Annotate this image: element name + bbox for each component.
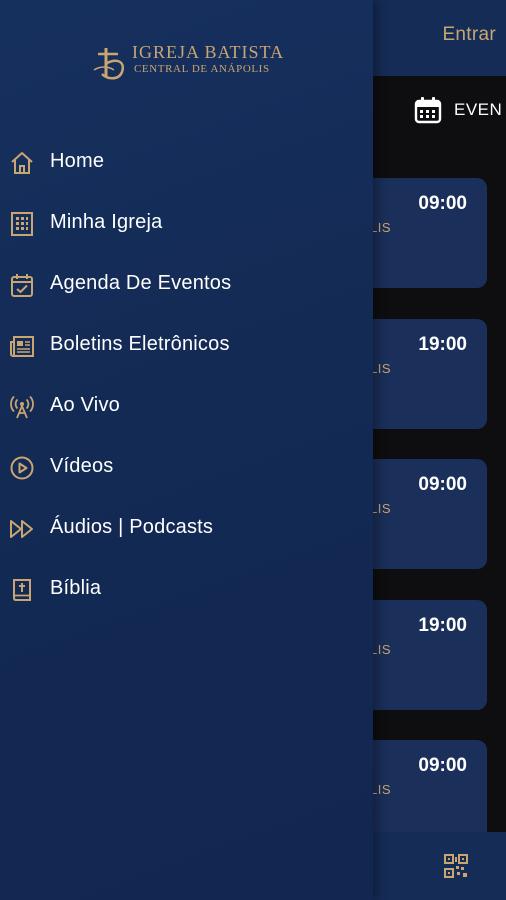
menu-item-ao-vivo[interactable]: Ao Vivo	[0, 376, 373, 437]
menu-item-label: Vídeos	[50, 455, 114, 477]
fast-forward-icon	[10, 520, 33, 538]
menu-item-home[interactable]: Home	[0, 132, 373, 193]
play-circle-icon	[10, 456, 34, 480]
menu-item-label: Áudios | Podcasts	[50, 516, 214, 538]
building-icon	[11, 212, 33, 236]
event-location: LIS	[370, 782, 392, 797]
menu-item-label: Agenda De Eventos	[50, 272, 232, 294]
church-logo: IGREJA BATISTA CENTRAL DE ANÁPOLIS	[92, 40, 292, 84]
event-location: LIS	[370, 501, 392, 516]
menu-item-agenda[interactable]: Agenda De Eventos	[0, 254, 373, 315]
event-time: 09:00	[418, 474, 467, 495]
menu-item-minha-igreja[interactable]: Minha Igreja	[0, 193, 373, 254]
event-location: LIS	[370, 642, 392, 657]
event-time: 09:00	[418, 755, 467, 776]
navigation-drawer: IGREJA BATISTA CENTRAL DE ANÁPOLIS Home	[0, 0, 373, 900]
menu-item-label: Bíblia	[50, 577, 102, 599]
tab-events[interactable]: EVEN	[414, 94, 502, 126]
event-time: 19:00	[418, 334, 467, 355]
event-time: 09:00	[418, 193, 467, 214]
logo-subtitle: CENTRAL DE ANÁPOLIS	[134, 63, 270, 75]
menu-item-label: Boletins Eletrônicos	[50, 333, 230, 355]
bible-icon	[13, 579, 31, 601]
event-location: LIS	[370, 361, 392, 376]
menu-item-boletins[interactable]: Boletins Eletrônicos	[0, 315, 373, 376]
qr-code-icon[interactable]	[444, 854, 468, 878]
logo-mark-icon	[93, 48, 125, 80]
logo-title: IGREJA BATISTA	[132, 42, 285, 62]
event-location: LIS	[370, 220, 392, 235]
event-time: 19:00	[418, 615, 467, 636]
menu-item-label: Home	[50, 150, 105, 172]
calendar-check-icon	[11, 274, 33, 297]
calendar-icon	[414, 97, 442, 124]
tab-events-label: EVEN	[454, 100, 503, 119]
newspaper-icon	[10, 336, 34, 357]
menu-item-audios-podcasts[interactable]: Áudios | Podcasts	[0, 498, 373, 559]
home-icon	[11, 152, 33, 174]
menu-item-label: Minha Igreja	[50, 211, 163, 233]
login-link[interactable]: Entrar	[442, 24, 496, 46]
broadcast-icon	[10, 395, 34, 419]
menu-item-label: Ao Vivo	[50, 394, 120, 416]
menu-item-biblia[interactable]: Bíblia	[0, 559, 373, 620]
menu-item-videos[interactable]: Vídeos	[0, 437, 373, 498]
